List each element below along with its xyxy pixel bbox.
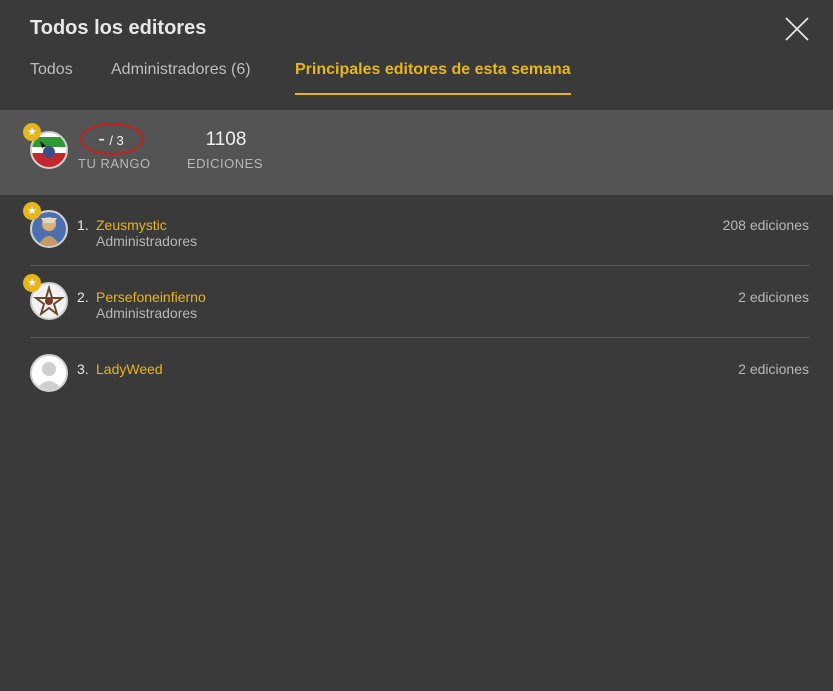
- list-item: ★ 2. Persefoneinfierno Administradores 2…: [23, 266, 809, 338]
- rank-label: TU RANGO: [78, 156, 151, 171]
- default-avatar-icon: [32, 356, 66, 390]
- close-icon[interactable]: [785, 17, 809, 41]
- tab-administradores[interactable]: Administradores (6): [111, 61, 251, 95]
- editor-edit-count: 2 ediciones: [738, 361, 809, 377]
- tab-top-editors-week[interactable]: Principales editores de esta semana: [295, 61, 571, 95]
- editor-role: Administradores: [96, 233, 198, 249]
- editors-modal: Todos los editores Todos Administradores…: [0, 0, 833, 691]
- list-item: ★ 1. Zeusmystic Administradores 208 edic…: [23, 194, 809, 266]
- editor-avatar[interactable]: [30, 354, 68, 392]
- my-edits-value: 1108: [205, 129, 247, 150]
- star-badge-icon: ★: [23, 274, 41, 292]
- rank-highlight-circle: [80, 123, 144, 155]
- editor-edit-count: 2 ediciones: [738, 289, 809, 305]
- list-item: 3. LadyWeed 2 ediciones: [30, 338, 809, 410]
- editor-rank: 2.: [77, 289, 89, 305]
- editor-role: Administradores: [96, 305, 198, 321]
- editor-edit-count: 208 ediciones: [722, 217, 809, 233]
- my-stats-panel: ★ - / 3 TU RANGO 1108 EDICIONES: [0, 110, 833, 195]
- edits-label: EDICIONES: [187, 156, 264, 171]
- editor-rank: 1.: [77, 217, 89, 233]
- star-badge-icon: ★: [23, 202, 41, 220]
- editor-name-link[interactable]: Persefoneinfierno: [96, 289, 206, 305]
- editor-name-link[interactable]: Zeusmystic: [96, 217, 167, 233]
- editor-rank: 3.: [77, 361, 89, 377]
- modal-title: Todos los editores: [30, 17, 207, 39]
- tab-todos[interactable]: Todos: [30, 61, 73, 95]
- star-badge-icon: ★: [23, 123, 41, 141]
- editor-name-link[interactable]: LadyWeed: [96, 361, 163, 377]
